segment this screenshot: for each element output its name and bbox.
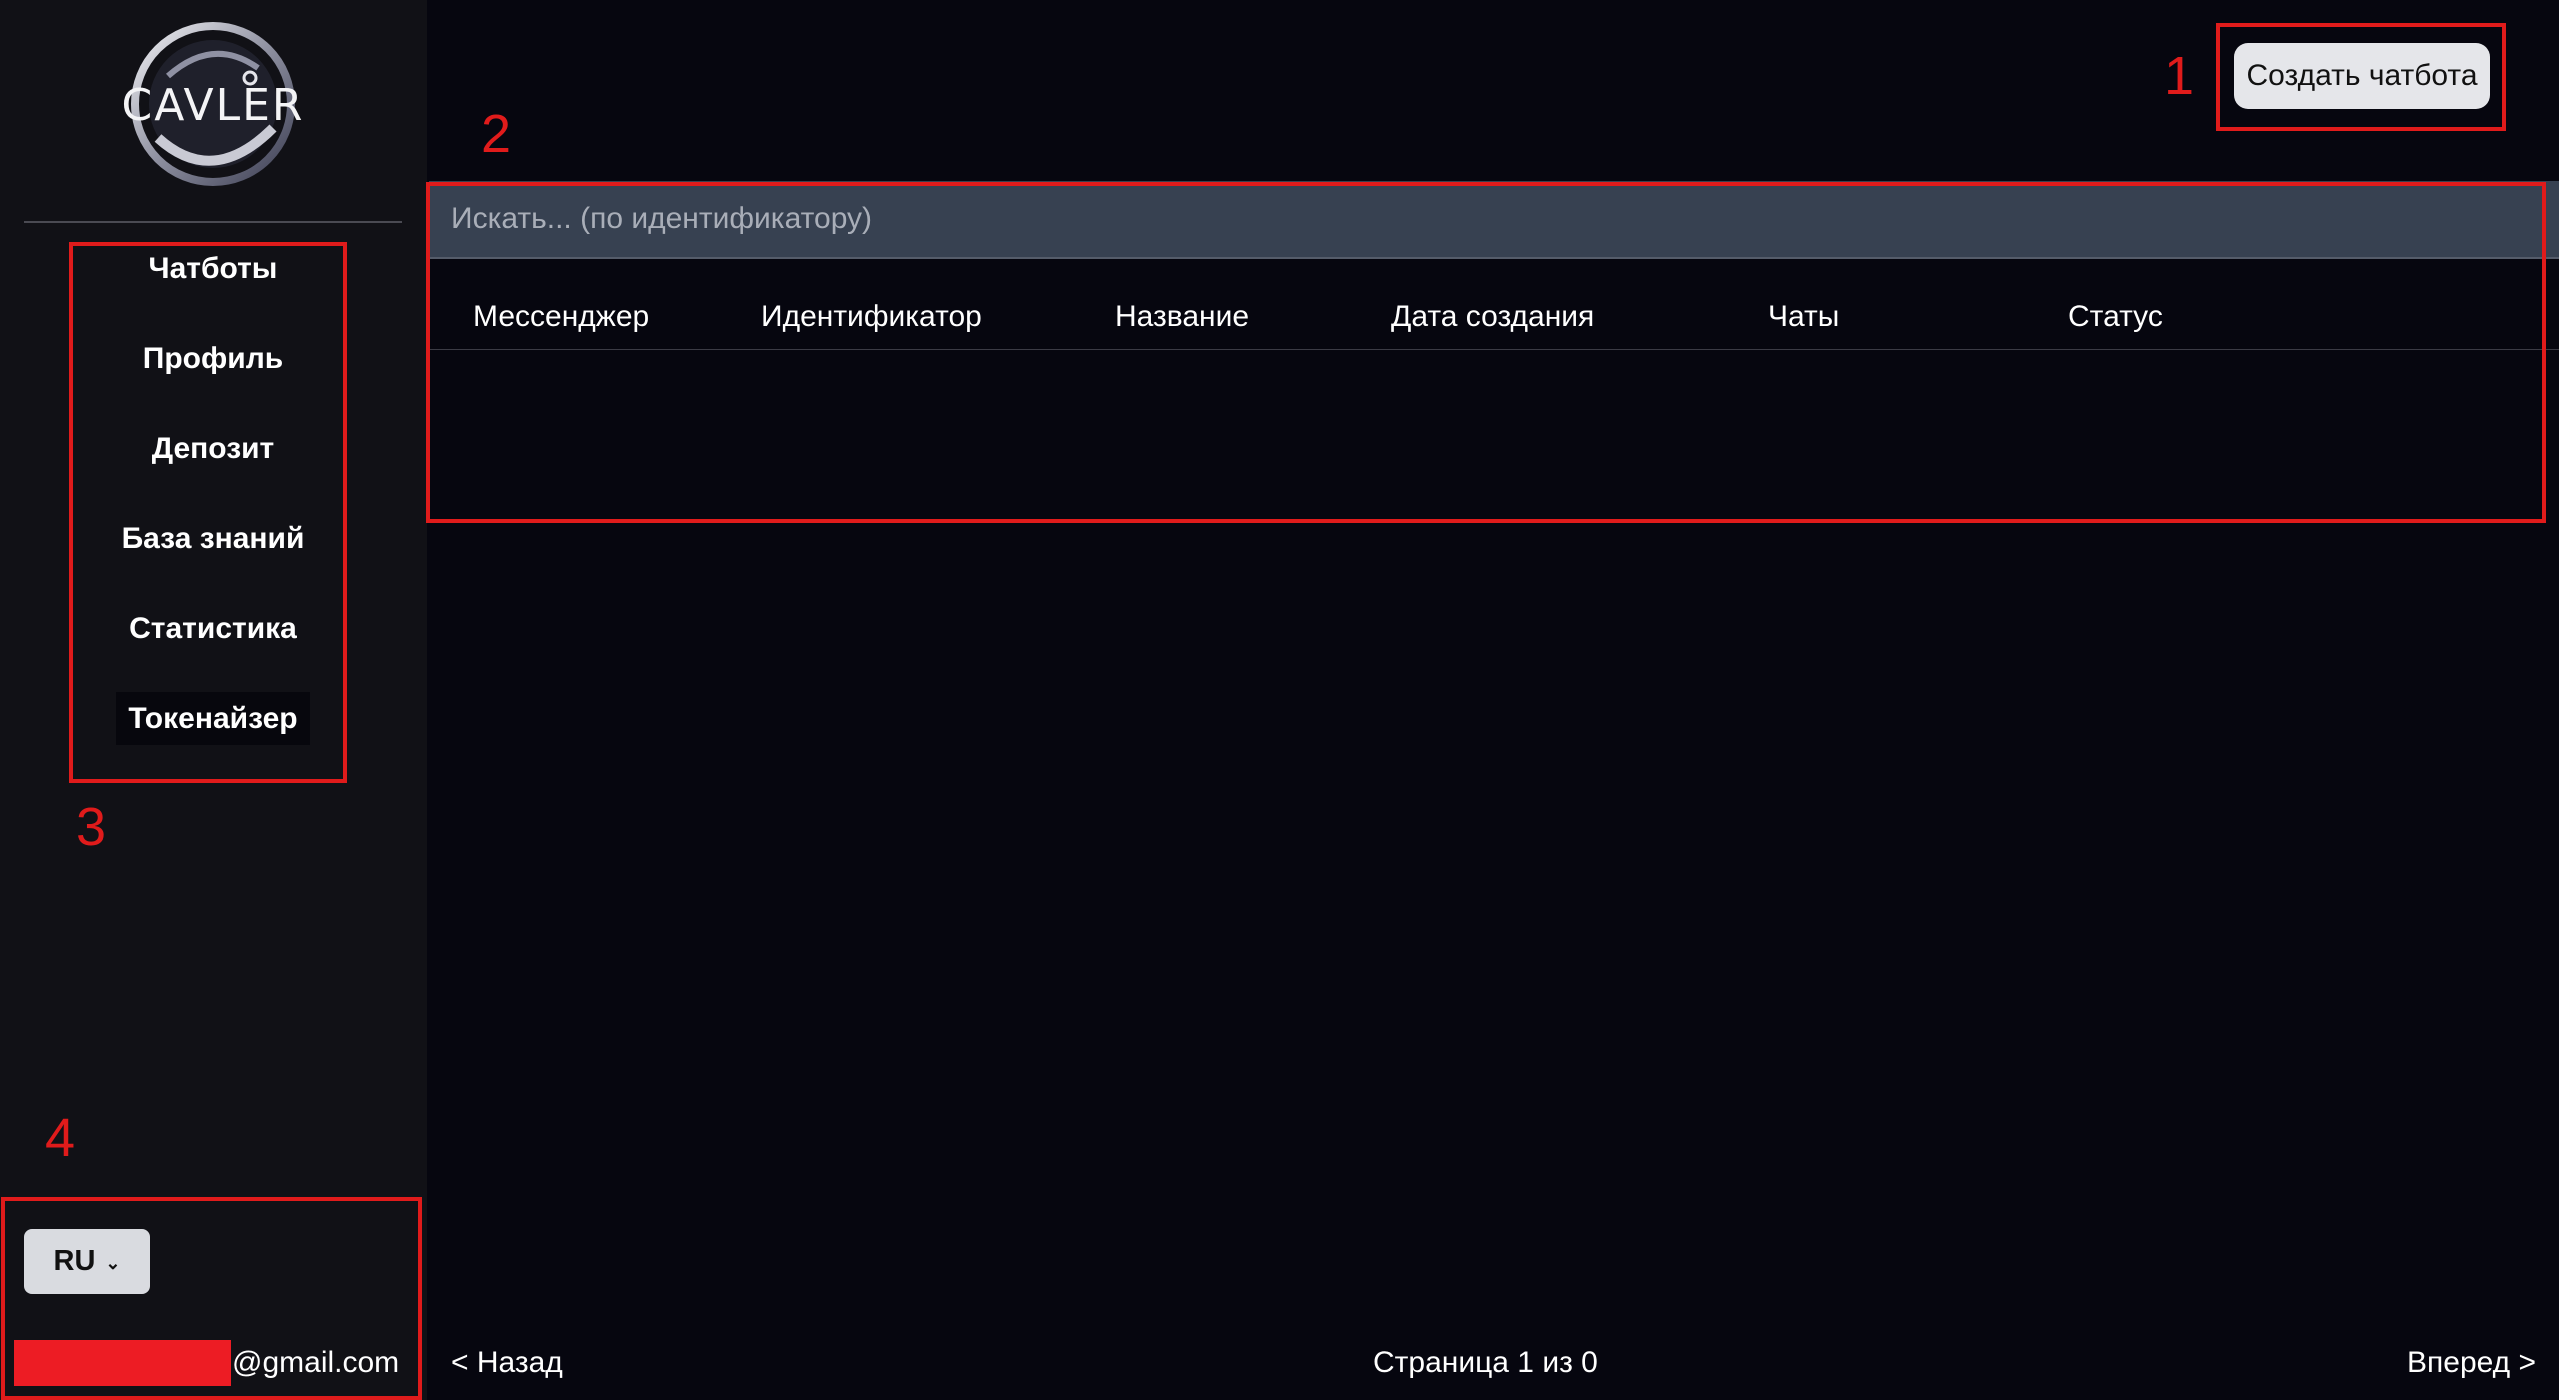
sidebar-item-label: Статистика (129, 612, 297, 645)
table-header-divider (429, 349, 2559, 350)
sidebar-item-label: База знаний (121, 522, 305, 555)
next-page-button[interactable]: Вперед > (2407, 1340, 2536, 1386)
page-status: Страница 1 из 0 (1373, 1346, 1598, 1379)
sidebar-item-statistics[interactable]: Статистика (70, 603, 356, 655)
sidebar-item-label: Профиль (142, 342, 284, 375)
annotation-label-2: 2 (481, 104, 512, 164)
column-header-identifier[interactable]: Идентификатор (761, 292, 982, 342)
sidebar-item-chatbots[interactable]: Чатботы (70, 243, 356, 295)
sidebar: CAVLER Чатботы Профиль Депозит База знан… (0, 0, 427, 1400)
sidebar-item-label: Депозит (151, 432, 275, 465)
sidebar-item-profile[interactable]: Профиль (70, 333, 356, 385)
annotation-label-1: 1 (2164, 46, 2195, 106)
column-header-name[interactable]: Название (1115, 292, 1249, 342)
column-header-status[interactable]: Статус (2068, 292, 2163, 342)
app-page: CAVLER Чатботы Профиль Депозит База знан… (0, 0, 2559, 1400)
logo-text: CAVLER (122, 80, 305, 131)
search-bar (429, 181, 2559, 259)
cavler-logo[interactable]: CAVLER (108, 18, 318, 190)
create-chatbot-button[interactable]: Создать чатбота (2234, 43, 2490, 109)
column-header-chats[interactable]: Чаты (1768, 292, 1839, 342)
language-selector[interactable]: RU ⌄ (24, 1229, 150, 1294)
user-email: @gmail.com (232, 1346, 400, 1379)
prev-page-button[interactable]: < Назад (451, 1340, 563, 1386)
sidebar-item-label: Чатботы (148, 252, 278, 285)
sidebar-item-label: Токенайзер (116, 692, 310, 745)
column-header-messenger[interactable]: Мессенджер (473, 292, 649, 342)
redacted-username (14, 1340, 231, 1386)
search-input[interactable] (451, 181, 2531, 257)
sidebar-divider (24, 221, 402, 223)
sidebar-item-deposit[interactable]: Депозит (70, 423, 356, 475)
chevron-down-icon: ⌄ (105, 1253, 121, 1273)
column-header-created-date[interactable]: Дата создания (1391, 292, 1594, 342)
language-value: RU (53, 1245, 96, 1277)
sidebar-item-knowledge-base[interactable]: База знаний (70, 513, 356, 565)
sidebar-item-tokenizer[interactable]: Токенайзер (70, 692, 356, 745)
